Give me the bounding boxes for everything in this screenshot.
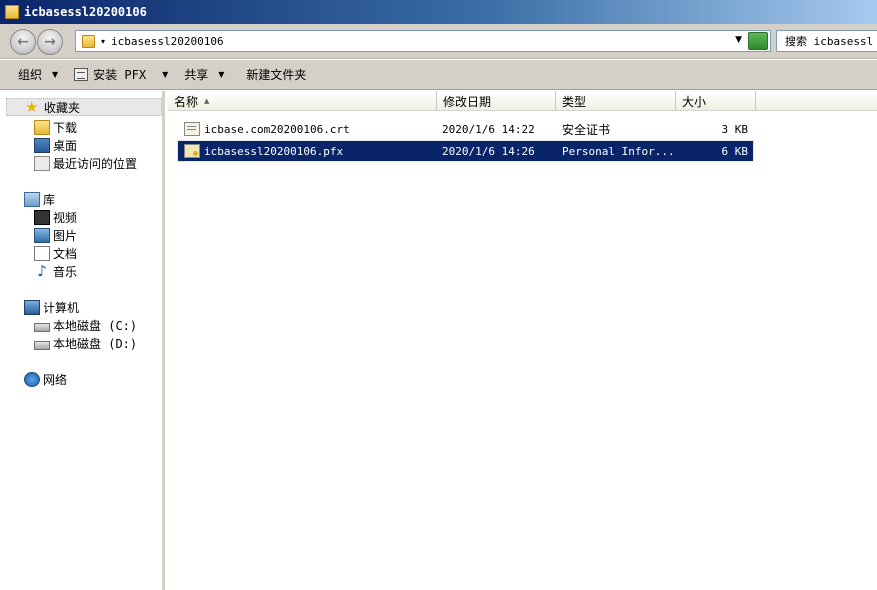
star-icon: ★: [25, 97, 39, 116]
folder-icon: [5, 5, 19, 19]
nav-downloads[interactable]: 下载: [34, 118, 77, 136]
sort-ascending-icon: ▲: [204, 97, 210, 105]
chevron-down-icon: ▼: [52, 70, 59, 79]
nav-music[interactable]: ♪ 音乐: [34, 262, 77, 280]
nav-label: 音乐: [53, 264, 78, 279]
nav-favorites[interactable]: ★ 收藏夹: [6, 98, 162, 116]
nav-label: 图片: [53, 228, 78, 243]
nav-label: 视频: [53, 210, 78, 225]
downloads-folder-icon: [34, 119, 50, 135]
chevron-down-icon: ▼: [162, 70, 169, 79]
nav-label: 计算机: [43, 300, 80, 315]
nav-label: 桌面: [53, 138, 78, 153]
file-modified: 2020/1/6 14:26: [442, 144, 535, 158]
command-bar: 组织 ▼ 安装 PFX ▼ 共享 ▼ 新建文件夹: [0, 60, 877, 90]
drive-icon: [34, 340, 50, 350]
nav-label: 库: [43, 192, 56, 207]
computer-icon: [24, 299, 40, 315]
search-placeholder: 搜索 icbasessl: [785, 35, 874, 48]
forward-button[interactable]: →: [37, 29, 63, 55]
library-icon: [24, 191, 40, 207]
address-row: ← → ▾ icbasessl20200106 ▼ 搜索 icbasessl: [0, 24, 877, 59]
column-name[interactable]: 名称 ▲: [168, 91, 437, 111]
organize-button[interactable]: 组织 ▼: [10, 63, 66, 87]
column-label: 修改日期: [443, 94, 492, 109]
nav-label: 本地磁盘 (C:): [53, 318, 138, 333]
nav-network[interactable]: 网络: [24, 370, 67, 388]
install-pfx-label: 安装 PFX: [93, 68, 147, 82]
column-size[interactable]: 大小: [676, 91, 756, 111]
document-icon: [34, 245, 50, 261]
column-type[interactable]: 类型: [556, 91, 676, 111]
desktop-icon: [34, 137, 50, 153]
nav-recent[interactable]: 最近访问的位置: [34, 154, 137, 172]
nav-desktop[interactable]: 桌面: [34, 136, 77, 154]
file-size: 6 KB: [721, 144, 749, 158]
file-name: icbase.com20200106.crt: [204, 122, 350, 136]
nav-label: 文档: [53, 246, 78, 261]
file-type: 安全证书: [562, 122, 611, 137]
nav-videos[interactable]: 视频: [34, 208, 77, 226]
network-icon: [24, 371, 40, 387]
breadcrumb[interactable]: icbasessl20200106: [111, 35, 224, 48]
file-name: icbasessl20200106.pfx: [204, 144, 344, 158]
pfx-key-icon: [184, 144, 200, 158]
column-header: 名称 ▲ 修改日期 类型 大小: [168, 91, 877, 111]
recent-places-icon: [34, 155, 50, 171]
title-bar: icbasessl20200106: [0, 0, 877, 24]
nav-documents[interactable]: 文档: [34, 244, 77, 262]
system-drive-icon: [34, 322, 50, 332]
pictures-icon: [34, 227, 50, 243]
address-bar[interactable]: ▾ icbasessl20200106 ▼: [75, 30, 771, 52]
new-folder-label: 新建文件夹: [246, 68, 307, 82]
file-size: 3 KB: [721, 122, 749, 136]
certificate-icon: [184, 122, 200, 136]
organize-label: 组织: [18, 68, 43, 82]
back-button[interactable]: ←: [10, 29, 36, 55]
nav-drive-c[interactable]: 本地磁盘 (C:): [34, 316, 137, 334]
new-folder-button[interactable]: 新建文件夹: [238, 63, 314, 87]
file-modified: 2020/1/6 14:22: [442, 122, 535, 136]
search-input[interactable]: 搜索 icbasessl: [776, 30, 877, 52]
nav-pictures[interactable]: 图片: [34, 226, 77, 244]
refresh-button[interactable]: [748, 32, 768, 50]
nav-label: 收藏夹: [44, 100, 81, 115]
share-label: 共享: [184, 68, 209, 82]
window-title: icbasessl20200106: [24, 5, 147, 19]
chevron-down-icon: ▼: [218, 70, 225, 79]
forward-arrow-icon: →: [44, 34, 56, 50]
install-pfx-button[interactable]: 安装 PFX ▼: [66, 63, 176, 87]
install-icon: [74, 68, 89, 81]
back-arrow-icon: ←: [17, 34, 29, 50]
share-button[interactable]: 共享 ▼: [176, 63, 232, 87]
nav-label: 本地磁盘 (D:): [53, 336, 138, 351]
video-icon: [34, 209, 50, 225]
column-modified[interactable]: 修改日期: [437, 91, 556, 111]
address-dropdown-icon[interactable]: ▼: [735, 35, 742, 45]
nav-label: 下载: [53, 120, 78, 135]
breadcrumb-chevron-icon[interactable]: ▾: [101, 37, 105, 46]
nav-libraries[interactable]: 库: [24, 190, 55, 208]
file-row[interactable]: icbase.com20200106.crt 2020/1/6 14:22 安全…: [178, 119, 753, 139]
folder-icon: [82, 34, 95, 48]
nav-label: 网络: [43, 372, 68, 387]
nav-label: 最近访问的位置: [53, 156, 138, 171]
column-label: 类型: [562, 94, 587, 109]
file-row-selected[interactable]: icbasessl20200106.pfx 2020/1/6 14:26 Per…: [177, 140, 754, 162]
nav-drive-d[interactable]: 本地磁盘 (D:): [34, 334, 137, 352]
navigation-pane: ★ 收藏夹 下载 桌面 最近访问的位置 库 视频 图片 文档 ♪ 音乐 计算机 …: [0, 91, 165, 590]
music-icon: ♪: [37, 261, 47, 280]
column-label: 大小: [682, 94, 707, 109]
file-type: Personal Infor...: [562, 144, 672, 158]
column-label: 名称: [174, 94, 199, 109]
nav-computer[interactable]: 计算机: [24, 298, 79, 316]
